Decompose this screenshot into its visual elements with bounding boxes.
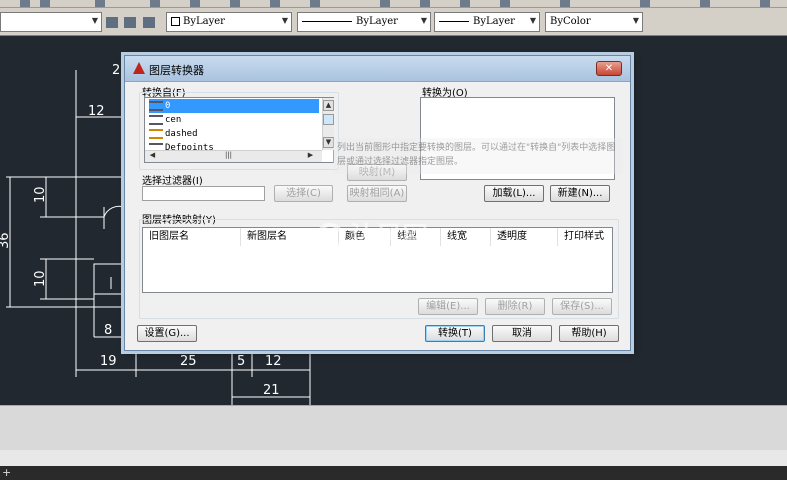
dim-label: 10 bbox=[33, 270, 48, 287]
toolbar-icon[interactable] bbox=[640, 0, 650, 7]
toolbar-icon[interactable] bbox=[460, 0, 470, 7]
scroll-right-icon[interactable]: ▶ bbox=[305, 151, 316, 162]
dim-label: 12 bbox=[265, 354, 282, 369]
list-item-label: 0 bbox=[165, 101, 171, 111]
command-line[interactable] bbox=[0, 405, 787, 450]
part-arc bbox=[103, 205, 125, 218]
select-button[interactable]: 选择(C) bbox=[274, 185, 333, 202]
layout-tabs-bar bbox=[0, 466, 787, 480]
delete-button[interactable]: 删除(R) bbox=[485, 298, 545, 315]
dim-label: 5 bbox=[237, 354, 245, 369]
status-bar: + bbox=[0, 450, 787, 480]
autocad-logo-icon bbox=[133, 62, 145, 74]
layer-previous-icon[interactable] bbox=[143, 17, 155, 28]
cancel-button[interactable]: 取消 bbox=[492, 325, 552, 342]
tooltip: 列出当前图形中指定要转换的图层。可以通过在"转换自"列表中选择图层或通过选择过滤… bbox=[333, 138, 623, 174]
dim-label: 8 bbox=[104, 323, 112, 338]
layer-combo-value: ByLayer bbox=[183, 16, 225, 27]
toolbar-icon[interactable] bbox=[760, 0, 770, 7]
toolbar-icon[interactable] bbox=[420, 0, 430, 7]
watermark-brand: 沐风网 bbox=[350, 222, 428, 252]
toolbar-icon[interactable] bbox=[700, 0, 710, 7]
toolbar-icon[interactable] bbox=[95, 0, 105, 7]
layer-match-icon[interactable] bbox=[124, 17, 136, 28]
toolbar-icon[interactable] bbox=[500, 0, 510, 7]
scroll-up-icon[interactable]: ▲ bbox=[323, 100, 334, 111]
lineweight-combo[interactable]: ByLayer ▼ bbox=[434, 12, 540, 32]
edit-button[interactable]: 编辑(E)... bbox=[418, 298, 478, 315]
dim-label: 10 bbox=[33, 186, 48, 203]
toolbar-icon[interactable] bbox=[270, 0, 280, 7]
scroll-thumb[interactable] bbox=[323, 114, 334, 125]
save-button[interactable]: 保存(S)... bbox=[552, 298, 612, 315]
list-item-label: dashed bbox=[165, 129, 198, 139]
toolbar-icon[interactable] bbox=[230, 0, 240, 7]
plotstyle-combo-value: ByColor bbox=[550, 16, 591, 27]
chevron-down-icon: ▼ bbox=[281, 16, 288, 25]
chevron-down-icon: ▼ bbox=[632, 16, 639, 25]
line-sample-icon bbox=[302, 21, 352, 22]
dim-label: 25 bbox=[180, 354, 197, 369]
toolbar-icon[interactable] bbox=[380, 0, 390, 7]
dim-label: 36 bbox=[0, 232, 12, 249]
toolbar-icon[interactable] bbox=[150, 0, 160, 7]
layer-icon[interactable] bbox=[106, 17, 118, 28]
dim-label: 21 bbox=[263, 383, 280, 398]
load-button[interactable]: 加载(L)... bbox=[484, 185, 544, 202]
help-button[interactable]: 帮助(H) bbox=[559, 325, 619, 342]
translate-button[interactable]: 转换(T) bbox=[425, 325, 485, 342]
toolbar-icon[interactable] bbox=[40, 0, 50, 7]
color-swatch-icon bbox=[171, 17, 180, 26]
toolbar-icon[interactable] bbox=[310, 0, 320, 7]
filter-label: 选择过滤器(I) bbox=[142, 176, 203, 187]
watermark-url: www.mfcad.com bbox=[352, 252, 435, 263]
chevron-down-icon: ▼ bbox=[91, 16, 98, 25]
new-button[interactable]: 新建(N)... bbox=[550, 185, 610, 202]
dialog-titlebar[interactable]: 图层转换器 ✕ bbox=[125, 56, 630, 82]
watermark: 沐风网 www.mfcad.com bbox=[316, 222, 435, 263]
list-item[interactable]: cen bbox=[149, 113, 181, 127]
layer-combo[interactable]: ByLayer ▼ bbox=[166, 12, 292, 32]
line-sample-icon bbox=[439, 21, 469, 22]
top-toolbar bbox=[0, 0, 787, 8]
list-item-label: cen bbox=[165, 115, 182, 125]
layer-state-combo[interactable]: ▼ bbox=[0, 12, 102, 32]
dim-label: 12 bbox=[88, 104, 105, 119]
scroll-left-icon[interactable]: ◀ bbox=[147, 151, 158, 162]
lineweight-combo-value: ByLayer bbox=[473, 16, 515, 27]
settings-button[interactable]: 设置(G)... bbox=[137, 325, 197, 342]
dim-label: 19 bbox=[100, 354, 117, 369]
layer-translator-dialog: 图层转换器 ✕ 转换自(F) 0 cen dashed Defpoints ▲ … bbox=[124, 55, 631, 351]
warning-layer-icon bbox=[149, 128, 163, 139]
column-header[interactable]: 透明度 bbox=[491, 228, 558, 246]
plotstyle-combo[interactable]: ByColor ▼ bbox=[545, 12, 643, 32]
list-item[interactable]: dashed bbox=[149, 127, 198, 141]
part-pocket bbox=[93, 263, 123, 295]
convert-from-list[interactable]: 0 cen dashed Defpoints ▲ ▼ ◀ ||| ▶ bbox=[144, 97, 334, 163]
chevron-down-icon: ▼ bbox=[420, 16, 427, 25]
toolbar-icon[interactable] bbox=[20, 0, 30, 7]
watermark-logo-icon bbox=[316, 223, 344, 251]
linetype-combo-value: ByLayer bbox=[356, 16, 398, 27]
map-same-button[interactable]: 映射相同(A) bbox=[347, 185, 407, 202]
linetype-combo[interactable]: ByLayer ▼ bbox=[297, 12, 431, 32]
close-button[interactable]: ✕ bbox=[596, 61, 622, 76]
toolbar-icon[interactable] bbox=[190, 0, 200, 7]
list-item[interactable]: 0 bbox=[149, 99, 319, 113]
filter-input[interactable] bbox=[142, 186, 265, 201]
scroll-grip-icon[interactable]: ||| bbox=[223, 151, 234, 162]
layer-icon bbox=[149, 100, 163, 111]
chevron-down-icon: ▼ bbox=[529, 16, 536, 25]
plus-icon[interactable]: + bbox=[2, 466, 11, 479]
horizontal-scrollbar[interactable]: ◀ ||| ▶ bbox=[145, 150, 322, 162]
properties-toolbar: ▼ ByLayer ▼ ByLayer ▼ ByLayer ▼ ByColor ▼ bbox=[0, 8, 787, 36]
column-header[interactable]: 旧图层名 bbox=[143, 228, 241, 246]
dialog-title: 图层转换器 bbox=[149, 64, 204, 77]
toolbar-icon[interactable] bbox=[560, 0, 570, 7]
column-header[interactable]: 打印样式 bbox=[558, 228, 613, 246]
layer-icon bbox=[149, 114, 163, 125]
